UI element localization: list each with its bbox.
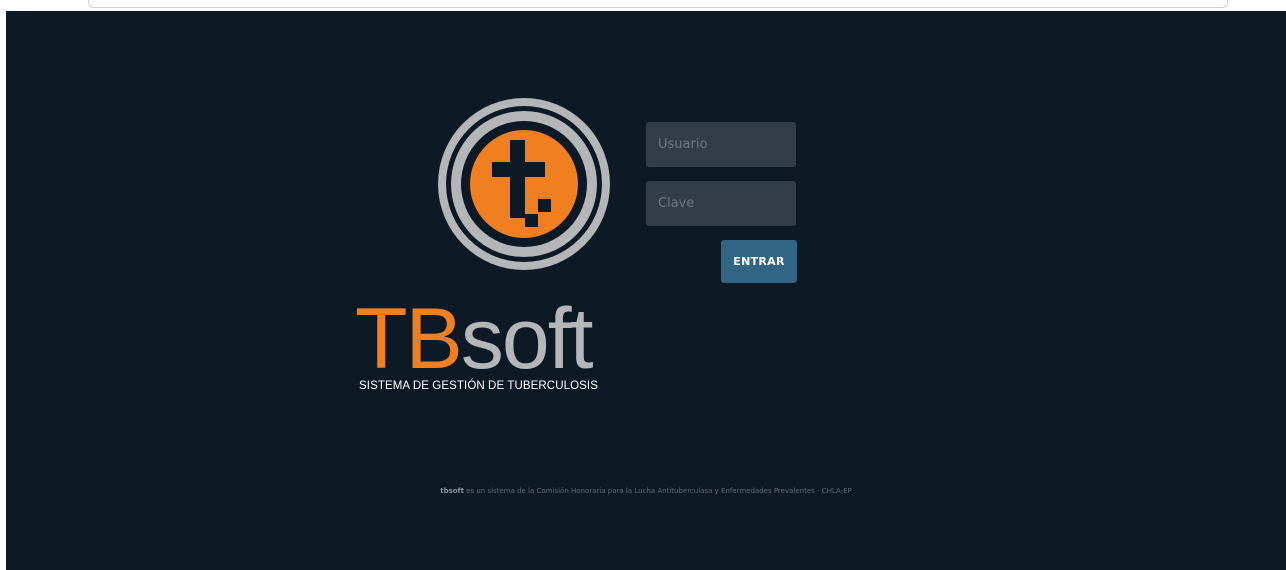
username-input[interactable] (646, 122, 796, 167)
tbsoft-wordmark: TBsoft (355, 291, 594, 387)
brand-tagline: SISTEMA DE GESTIÓN DE TUBERCULOSIS (359, 380, 598, 392)
login-page: TBsoft SISTEMA DE GESTIÓN DE TUBERCULOSI… (6, 11, 1286, 570)
browser-top-strip (0, 0, 1286, 11)
login-button[interactable]: ENTRAR (721, 240, 797, 283)
wordmark-soft: soft (460, 291, 594, 387)
browser-frame-edge (88, 0, 1228, 8)
footer-text: tbsoft es un sistema de la Comisión Hono… (6, 487, 1286, 495)
tbsoft-logo-icon (438, 98, 610, 270)
wordmark-tb: TB (355, 291, 463, 387)
footer-brand: tbsoft (440, 487, 464, 495)
footer-description: es un sistema de la Comisión Honoraria p… (463, 487, 852, 495)
password-input[interactable] (646, 181, 796, 226)
